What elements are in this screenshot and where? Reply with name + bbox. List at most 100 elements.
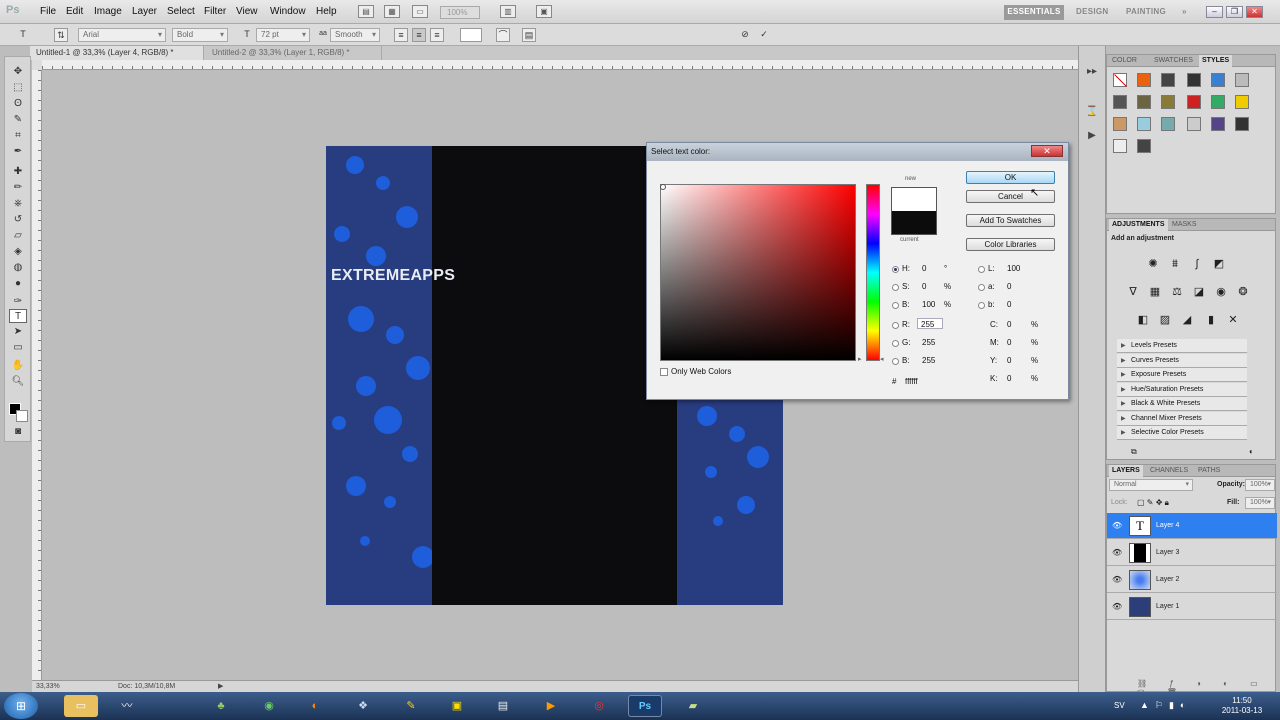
- radio-red[interactable]: [892, 322, 899, 329]
- radio-b[interactable]: [978, 302, 985, 309]
- exposure-icon[interactable]: ◩: [1211, 257, 1227, 271]
- vibrance-icon[interactable]: ∇: [1125, 285, 1141, 299]
- style-swatch[interactable]: [1187, 117, 1201, 131]
- opacity-field[interactable]: 100%: [1245, 479, 1275, 491]
- radio-blue[interactable]: [892, 358, 899, 365]
- video-app-icon[interactable]: ▶: [534, 695, 568, 717]
- align-center-icon[interactable]: ≡: [412, 28, 426, 42]
- tab-channels[interactable]: CHANNELS: [1147, 465, 1191, 477]
- workspace-design[interactable]: DESIGN: [1076, 5, 1108, 19]
- layer-row-2[interactable]: 👁︎ Layer 2: [1107, 567, 1277, 593]
- bridge-icon[interactable]: ▤: [358, 5, 374, 18]
- posterize-icon[interactable]: ▨: [1157, 313, 1173, 327]
- red-field[interactable]: 255: [917, 318, 943, 329]
- history-panel-icon[interactable]: ⌛: [1084, 106, 1100, 120]
- brightness-icon[interactable]: ✺: [1145, 257, 1161, 271]
- pen-tool-icon[interactable]: ✑: [9, 295, 27, 309]
- background-color-swatch[interactable]: [16, 410, 28, 422]
- style-swatch[interactable]: [1137, 95, 1151, 109]
- align-right-icon[interactable]: ≡: [430, 28, 444, 42]
- tab-color[interactable]: COLOR: [1109, 55, 1140, 67]
- mini-bridge-icon[interactable]: ▦: [384, 5, 400, 18]
- eye-icon[interactable]: 👁︎: [1112, 602, 1122, 611]
- calculator-icon[interactable]: ▤: [486, 695, 520, 717]
- style-swatch[interactable]: [1211, 95, 1225, 109]
- adjustments-extra-icon[interactable]: ◐: [1249, 447, 1254, 456]
- healing-brush-tool-icon[interactable]: ✚: [9, 165, 27, 179]
- radio-saturation[interactable]: [892, 284, 899, 291]
- shape-tool-icon[interactable]: ▭: [9, 341, 27, 355]
- only-web-colors-checkbox[interactable]: [660, 368, 668, 376]
- cancel-edits-icon[interactable]: ⊘: [738, 28, 752, 42]
- color-balance-icon[interactable]: ⚖: [1169, 285, 1185, 299]
- hand-tool-icon[interactable]: ✋: [9, 359, 27, 373]
- status-menu-arrow-icon[interactable]: ▶: [218, 681, 223, 692]
- dodge-tool-icon[interactable]: ●: [9, 277, 27, 291]
- commit-edits-icon[interactable]: ✓: [757, 28, 771, 42]
- threshold-icon[interactable]: ◢: [1179, 313, 1195, 327]
- font-family-select[interactable]: Arial: [78, 28, 166, 42]
- a-field[interactable]: 0: [1004, 281, 1032, 292]
- warp-text-icon[interactable]: ⌒: [496, 28, 510, 42]
- eyedropper-tool-icon[interactable]: ✒: [9, 145, 27, 159]
- style-none-swatch[interactable]: [1113, 73, 1127, 87]
- style-swatch[interactable]: [1137, 73, 1151, 87]
- toggle-text-orientation-icon[interactable]: ⇅: [54, 28, 68, 42]
- dialog-close-button[interactable]: ✕: [1031, 145, 1063, 157]
- blue-field[interactable]: 255: [919, 355, 945, 366]
- marquee-tool-icon[interactable]: ⬚: [9, 81, 27, 95]
- workspace-more[interactable]: »: [1182, 5, 1187, 19]
- network-app-icon[interactable]: ❖: [346, 695, 380, 717]
- character-panel-icon[interactable]: ▤: [522, 28, 536, 42]
- style-swatch[interactable]: [1161, 117, 1175, 131]
- font-size-select[interactable]: 72 pt: [256, 28, 310, 42]
- levels-icon[interactable]: ⩩: [1167, 257, 1183, 271]
- preset-levels[interactable]: Levels Presets: [1117, 339, 1247, 353]
- preset-hue-saturation[interactable]: Hue/Saturation Presets: [1117, 383, 1247, 397]
- type-tool-icon[interactable]: T: [9, 309, 27, 323]
- selective-color-icon[interactable]: ✕: [1225, 313, 1241, 327]
- clone-stamp-tool-icon[interactable]: ⎈: [9, 197, 27, 211]
- eye-icon[interactable]: 👁︎: [1112, 521, 1122, 530]
- invert-icon[interactable]: ◧: [1135, 313, 1151, 327]
- menu-edit[interactable]: Edit: [66, 6, 83, 17]
- lasso-tool-icon[interactable]: ʘ: [9, 97, 27, 111]
- game-app-icon[interactable]: ♣: [204, 695, 238, 717]
- tab-untitled-2[interactable]: Untitled-2 @ 33,3% (Layer 1, RGB/8) *: [206, 46, 382, 60]
- style-swatch[interactable]: [1211, 117, 1225, 131]
- magenta-field[interactable]: 0: [1004, 337, 1028, 348]
- hex-field[interactable]: ffffff: [902, 376, 946, 387]
- language-indicator[interactable]: SV: [1114, 701, 1125, 710]
- radio-lightness[interactable]: [978, 266, 985, 273]
- start-button[interactable]: ⊞: [4, 693, 38, 719]
- menu-select[interactable]: Select: [167, 6, 195, 17]
- menu-image[interactable]: Image: [94, 6, 122, 17]
- style-swatch[interactable]: [1235, 95, 1249, 109]
- eraser-tool-icon[interactable]: ▱: [9, 229, 27, 243]
- tab-untitled-1[interactable]: Untitled-1 @ 33,3% (Layer 4, RGB/8) *: [30, 46, 204, 60]
- blur-tool-icon[interactable]: ◍: [9, 261, 27, 275]
- menu-view[interactable]: View: [236, 6, 258, 17]
- menu-layer[interactable]: Layer: [132, 6, 157, 17]
- restore-icon[interactable]: ❐: [1226, 6, 1243, 18]
- zoom-level-select[interactable]: 100%: [440, 6, 480, 19]
- curves-icon[interactable]: ∫: [1189, 257, 1205, 271]
- align-left-icon[interactable]: ≡: [394, 28, 408, 42]
- audio-app-icon[interactable]: 〰: [110, 695, 144, 717]
- system-tray-icons[interactable]: ▲⚐▮◐: [1140, 700, 1191, 711]
- black-white-icon[interactable]: ◪: [1191, 285, 1207, 299]
- canvas-text-layer[interactable]: EXTREMEAPPS: [331, 267, 455, 285]
- hue-slider[interactable]: [866, 184, 880, 361]
- status-zoom[interactable]: 33,33%: [36, 681, 60, 692]
- tab-adjustments[interactable]: ADJUSTMENTS: [1109, 219, 1168, 231]
- media-center-icon[interactable]: ◉: [252, 695, 286, 717]
- close-icon[interactable]: ✕: [1246, 6, 1263, 18]
- color-field-cursor[interactable]: [660, 184, 666, 190]
- black-field[interactable]: 0: [1004, 373, 1028, 384]
- font-style-select[interactable]: Bold: [172, 28, 228, 42]
- chrome-icon[interactable]: ◎: [582, 695, 616, 717]
- document-app-icon[interactable]: ▰: [676, 695, 710, 717]
- text-color-swatch[interactable]: [460, 28, 482, 42]
- style-swatch[interactable]: [1161, 95, 1175, 109]
- eye-icon[interactable]: 👁︎: [1112, 575, 1122, 584]
